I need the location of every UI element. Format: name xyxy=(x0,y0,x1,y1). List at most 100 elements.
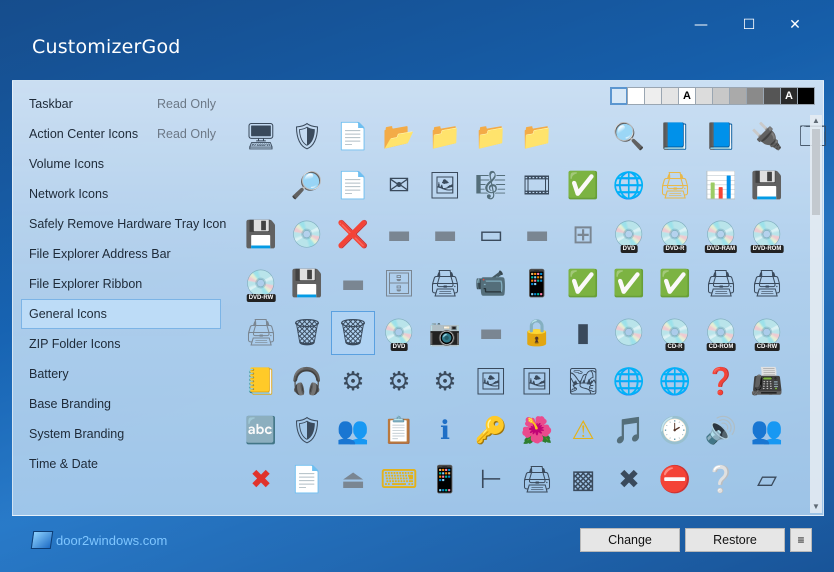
recycle-bin-full-icon[interactable]: 🗑 xyxy=(285,311,329,355)
sidebar-item[interactable]: Safely Remove Hardware Tray Icon xyxy=(21,209,226,239)
menu-button[interactable]: ≡ xyxy=(790,528,812,552)
scroll-up-arrow-icon[interactable]: ▲ xyxy=(810,115,822,127)
media-player-icon[interactable]: 🎧 xyxy=(285,360,329,404)
drive-network-icon[interactable]: ▬ xyxy=(423,213,467,257)
folder-icon[interactable]: 📁 xyxy=(469,115,513,159)
camera-icon[interactable]: 📷 xyxy=(423,311,467,355)
drive-disconnected-icon[interactable]: ❌ xyxy=(331,213,375,257)
folder-open-icon[interactable]: 📂 xyxy=(377,115,421,159)
blue-folder-icon[interactable]: 📘 xyxy=(653,115,697,159)
floppy-check-icon[interactable]: ✅ xyxy=(561,262,605,306)
mail-envelope-icon[interactable]: ✉ xyxy=(377,164,421,208)
disc-dvd-r-icon[interactable]: 💿 DVD-R xyxy=(653,213,697,257)
background-swatch[interactable] xyxy=(627,87,645,105)
background-swatch[interactable] xyxy=(644,87,662,105)
drive-usb-icon[interactable]: ▬ xyxy=(331,262,375,306)
background-swatch[interactable]: A xyxy=(780,87,798,105)
contacts-book-icon[interactable]: 📒 xyxy=(239,360,283,404)
fax-printer-icon[interactable]: 📠 xyxy=(745,360,789,404)
sidebar-item[interactable]: Network Icons xyxy=(21,179,221,209)
padlock-icon[interactable]: 🔒 xyxy=(515,311,559,355)
scanner-icon[interactable]: 🖨 xyxy=(515,458,559,502)
disc-cd-icon[interactable]: 💿 xyxy=(607,311,651,355)
background-swatch[interactable] xyxy=(763,87,781,105)
background-swatch[interactable] xyxy=(610,87,628,105)
error-circle-icon[interactable]: ⛔ xyxy=(653,458,697,502)
control-panel-icon[interactable]: 📊 xyxy=(699,164,743,208)
drive-icon[interactable]: ▬ xyxy=(515,213,559,257)
storage-card-icon[interactable]: ▱ xyxy=(745,458,789,502)
drive-floppy-icon[interactable]: 💾 xyxy=(745,164,789,208)
info-icon[interactable]: ℹ xyxy=(423,409,467,453)
scroll-down-arrow-icon[interactable]: ▼ xyxy=(810,501,822,513)
sidebar-item[interactable]: System Branding xyxy=(21,419,221,449)
drive-printer-icon[interactable]: 🖨 xyxy=(239,311,283,355)
settings-file-icon[interactable]: ⚙ xyxy=(331,360,375,404)
title-bar[interactable]: CustomizerGod — ☐ ✕ xyxy=(0,0,834,80)
blank-file-icon[interactable]: 📄 xyxy=(331,115,375,159)
sidebar-item[interactable]: Taskbar Read Only xyxy=(21,89,221,119)
minimize-button[interactable]: — xyxy=(678,10,724,40)
memory-chip-icon[interactable]: ▭ xyxy=(469,213,513,257)
search-globe-icon[interactable]: 🔍 xyxy=(607,115,651,159)
font-folder-icon[interactable]: 🔤 xyxy=(239,409,283,453)
drive-cd-icon[interactable]: 💿 xyxy=(285,213,329,257)
mobile-phone-icon[interactable]: 📱 xyxy=(515,262,559,306)
tablet-keyboard-icon[interactable]: ⌨ xyxy=(377,458,421,502)
folder-side-icon[interactable]: 📁 xyxy=(515,115,559,159)
background-swatch[interactable] xyxy=(797,87,815,105)
printer-folder-icon[interactable]: 🖨 xyxy=(653,164,697,208)
sidebar-item[interactable]: Time & Date xyxy=(21,449,221,479)
music-sheet-icon[interactable]: 🎼 xyxy=(469,164,513,208)
disc-cd-rw-icon[interactable]: 💿 CD-RW xyxy=(745,311,789,355)
disc-dvd-rw-icon[interactable]: 💿 DVD-RW xyxy=(239,262,283,306)
volume-speaker-icon[interactable]: 🔊 xyxy=(699,409,743,453)
sidebar-item[interactable]: ZIP Folder Icons xyxy=(21,329,221,359)
folder-search-icon[interactable]: 🔎 xyxy=(285,164,329,208)
settings-window-icon[interactable]: ⚙ xyxy=(377,360,421,404)
backup-clock-icon[interactable]: 🕑 xyxy=(653,409,697,453)
network-globe-icon[interactable]: 🌐 xyxy=(607,164,651,208)
sidebar-item[interactable]: General Icons xyxy=(21,299,221,329)
drive-icon[interactable]: ▬ xyxy=(377,213,421,257)
ir-port-icon[interactable]: ⊢ xyxy=(469,458,513,502)
drive-check-icon[interactable]: ✅ xyxy=(607,262,651,306)
landscape-icon[interactable]: 🏞 xyxy=(561,360,605,404)
window-check-icon[interactable]: ✅ xyxy=(561,164,605,208)
folder-icon[interactable]: 📁 xyxy=(423,115,467,159)
change-button[interactable]: Change xyxy=(580,528,680,552)
help-circle-icon[interactable]: ❔ xyxy=(699,458,743,502)
users-group-icon[interactable]: 👥 xyxy=(745,409,789,453)
text-file-icon[interactable]: 📄 xyxy=(331,164,375,208)
drive-floppy-icon[interactable]: 💾 xyxy=(285,262,329,306)
network-printer-icon[interactable]: 🖨 xyxy=(423,262,467,306)
security-shield-icon[interactable]: 🛡 xyxy=(285,409,329,453)
drive-server-icon[interactable]: 🗄 xyxy=(377,262,421,306)
checklist-icon[interactable]: 📋 xyxy=(377,409,421,453)
network-plug-icon[interactable]: 🔌 xyxy=(745,115,789,159)
sidebar-item[interactable]: Base Branding xyxy=(21,389,221,419)
background-swatch[interactable]: A xyxy=(678,87,696,105)
drive-dvd-icon[interactable]: 💿 DVD xyxy=(607,213,651,257)
red-x-icon[interactable]: ✖ xyxy=(239,458,283,502)
users-icon[interactable]: 👥 xyxy=(331,409,375,453)
picture-icon[interactable]: 🖼 xyxy=(423,164,467,208)
glass-file-icon[interactable] xyxy=(561,115,605,159)
gray-x-icon[interactable]: ✖ xyxy=(607,458,651,502)
disc-dvd-rom-icon[interactable]: 💿 DVD-ROM xyxy=(745,213,789,257)
camcorder-icon[interactable]: 📹 xyxy=(469,262,513,306)
uac-shield-icon[interactable]: 🛡 xyxy=(285,115,329,159)
drive-check-icon[interactable]: ✅ xyxy=(653,262,697,306)
printer-floppy-icon[interactable]: 🖨 xyxy=(745,262,789,306)
printer-icon[interactable]: 🖨 xyxy=(699,262,743,306)
warning-icon[interactable]: ⚠ xyxy=(561,409,605,453)
sidebar-item[interactable]: Volume Icons xyxy=(21,149,221,179)
blank-icon[interactable] xyxy=(239,164,283,208)
music-disc-icon[interactable]: 🎵 xyxy=(607,409,651,453)
film-strip-icon[interactable]: 🎞 xyxy=(515,164,559,208)
scroll-thumb[interactable] xyxy=(812,129,820,215)
disc-cd-rom-icon[interactable]: 💿 CD-ROM xyxy=(699,311,743,355)
background-swatch[interactable] xyxy=(695,87,713,105)
folder-network-icon[interactable]: 🌐 xyxy=(607,360,651,404)
maximize-button[interactable]: ☐ xyxy=(726,10,772,40)
